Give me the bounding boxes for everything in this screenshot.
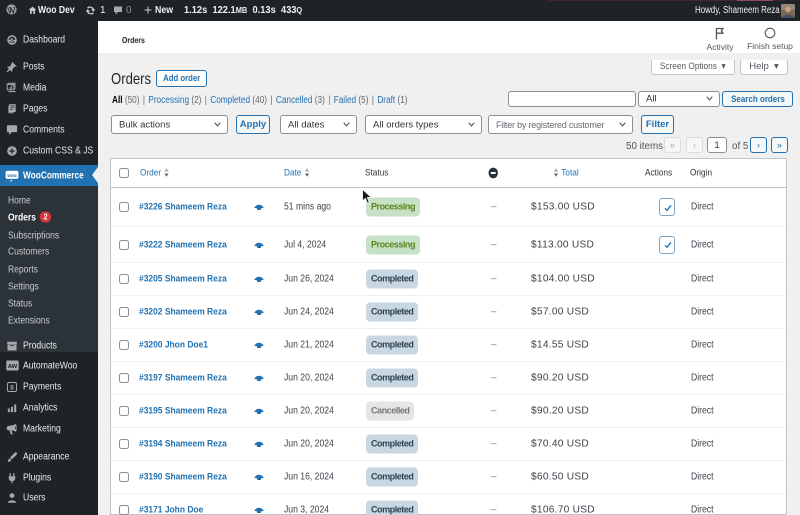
svg-text:AW: AW bbox=[8, 363, 18, 369]
svg-text:woo: woo bbox=[6, 173, 16, 178]
svg-text:$: $ bbox=[10, 384, 14, 391]
